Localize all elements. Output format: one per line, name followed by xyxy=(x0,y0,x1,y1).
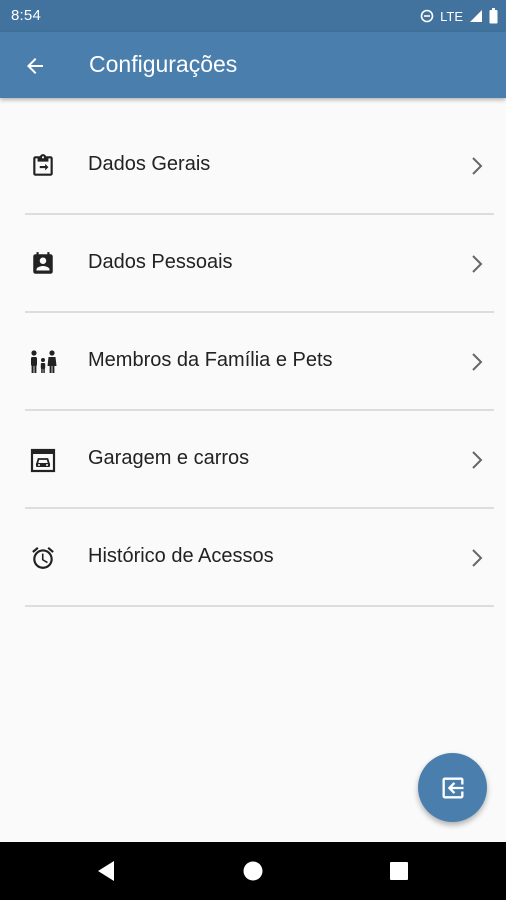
menu-item-dados-pessoais[interactable]: Dados Pessoais xyxy=(0,215,506,313)
menu-item-historico[interactable]: Histórico de Acessos xyxy=(0,509,506,607)
menu-item-label: Histórico de Acessos xyxy=(88,545,274,567)
signal-icon xyxy=(470,10,482,22)
back-triangle-icon xyxy=(98,861,114,881)
nav-recents-button[interactable] xyxy=(387,859,411,883)
garage-car-icon xyxy=(29,446,57,474)
menu-item-label: Dados Gerais xyxy=(88,153,211,175)
menu-item-label: Dados Pessoais xyxy=(88,251,233,273)
logout-button[interactable] xyxy=(418,753,487,822)
back-button[interactable] xyxy=(19,50,51,82)
menu-item-label: Membros da Família e Pets xyxy=(88,349,333,371)
status-bar: 8:54 LTE xyxy=(0,0,506,32)
chevron-right-icon xyxy=(472,451,483,469)
logout-icon xyxy=(442,777,463,798)
app-bar: Configurações xyxy=(0,32,506,98)
clipboard-arrow-icon xyxy=(29,152,57,180)
menu-item-dados-gerais[interactable]: Dados Gerais xyxy=(0,117,506,215)
menu-item-label: Garagem e carros xyxy=(88,447,250,469)
menu-item-garagem[interactable]: Garagem e carros xyxy=(0,411,506,509)
menu-item-membros-familia[interactable]: Membros da Família e Pets xyxy=(0,313,506,411)
battery-icon xyxy=(489,8,498,24)
alarm-clock-icon xyxy=(29,544,57,572)
contact-card-icon xyxy=(29,250,57,278)
status-time: 8:54 xyxy=(11,7,41,24)
chevron-right-icon xyxy=(472,549,483,567)
page-title: Configurações xyxy=(89,51,238,77)
family-icon xyxy=(29,348,57,376)
arrow-back-icon xyxy=(27,58,43,74)
system-nav-bar xyxy=(0,842,506,900)
chevron-right-icon xyxy=(472,255,483,273)
chevron-right-icon xyxy=(472,157,483,175)
recents-square-icon xyxy=(390,862,408,880)
nav-back-button[interactable] xyxy=(94,859,118,883)
home-circle-icon xyxy=(243,861,263,881)
chevron-right-icon xyxy=(472,353,483,371)
status-icons: LTE xyxy=(420,7,498,25)
do-not-disturb-icon xyxy=(420,9,434,23)
network-type: LTE xyxy=(440,8,463,24)
nav-home-button[interactable] xyxy=(241,859,265,883)
settings-menu: Dados Gerais Dados Pessoais Membros da F… xyxy=(0,117,506,607)
